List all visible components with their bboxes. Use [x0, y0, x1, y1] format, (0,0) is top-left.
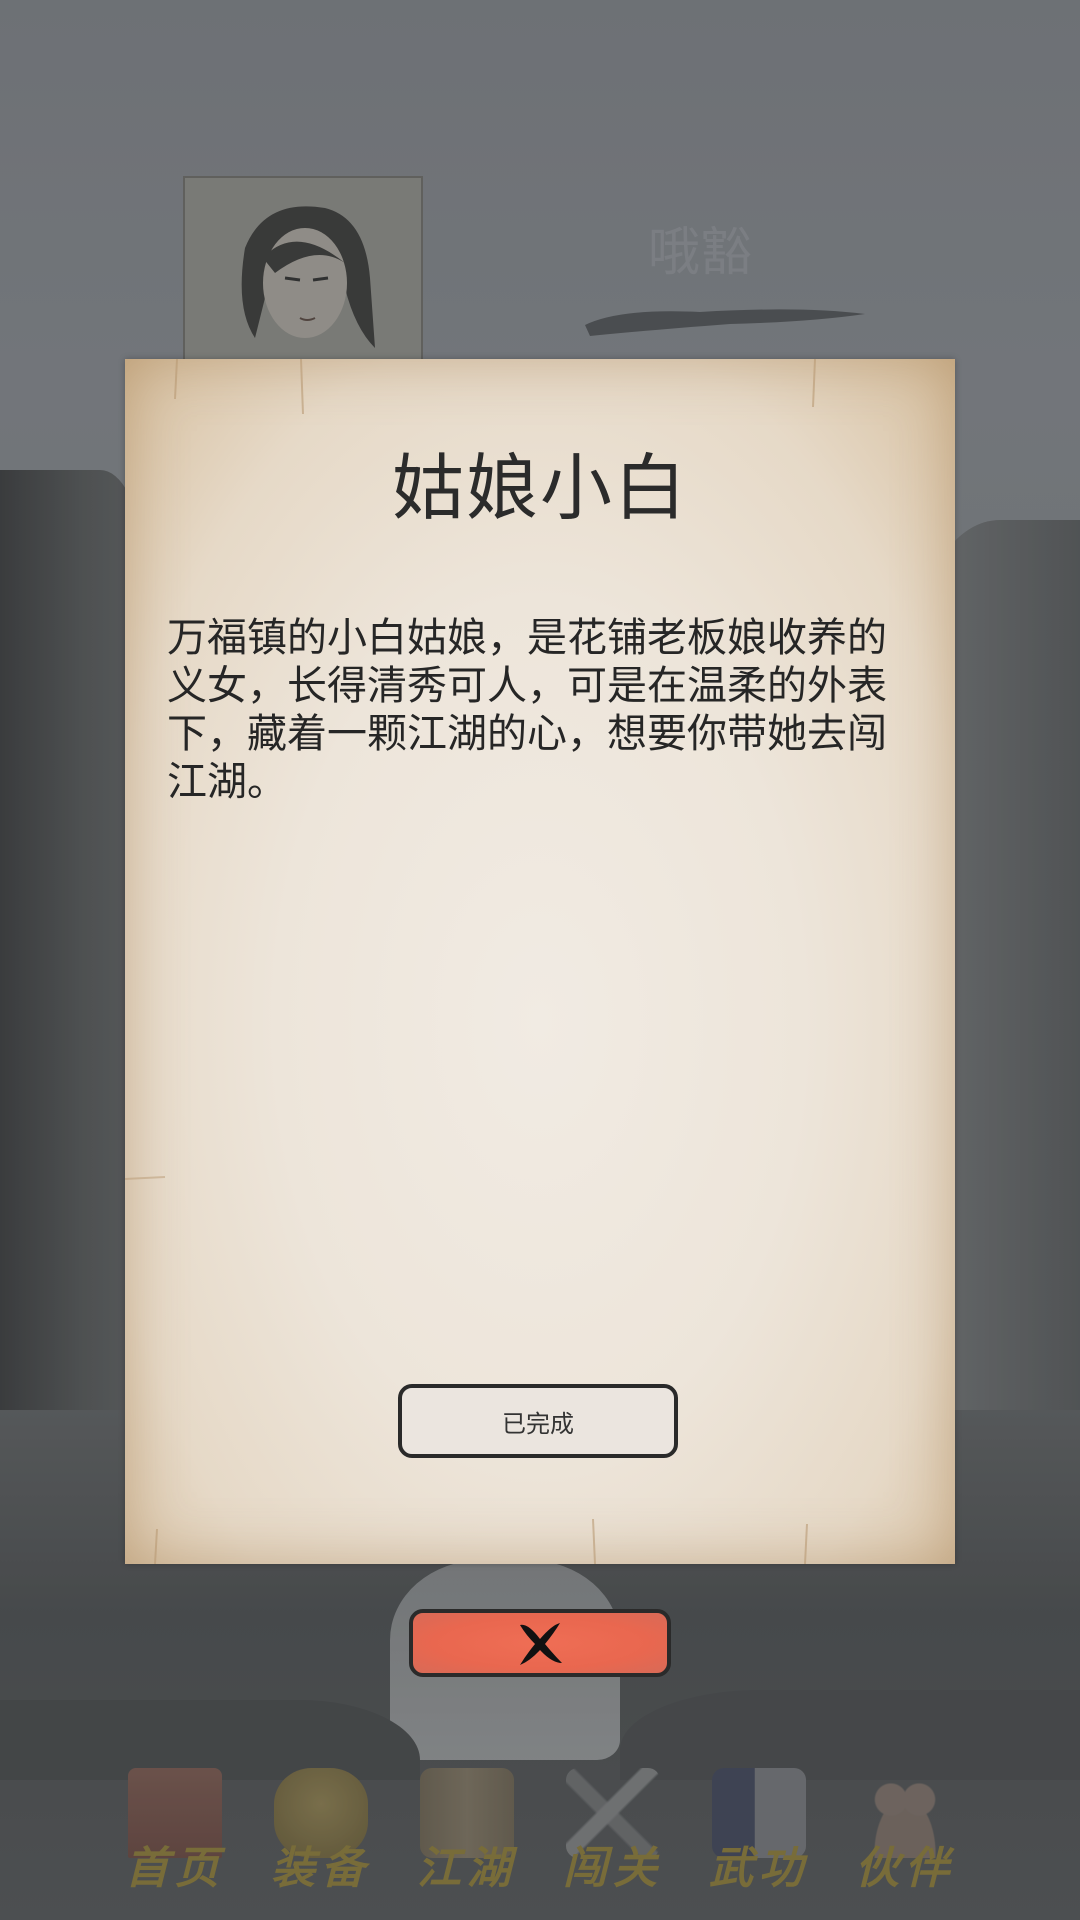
dialog-title: 姑娘小白 [391, 446, 688, 530]
quest-dialog: 姑娘小白 万福镇的小白姑娘，是花铺老板娘收养的义女，长得清秀可人，可是在温柔的外… [125, 359, 955, 1564]
close-button[interactable] [409, 1609, 671, 1677]
dialog-description: 万福镇的小白姑娘，是花铺老板娘收养的义女，长得清秀可人，可是在温柔的外表下，藏着… [167, 615, 887, 805]
completed-status-button[interactable]: 已完成 [398, 1384, 678, 1458]
game-screen: 哦豁 首页 装备 江湖 闯关 武功 伙伴 姑娘小白 万福镇的小白姑娘，是花铺老板… [0, 0, 1080, 1920]
close-x-icon [520, 1623, 562, 1665]
